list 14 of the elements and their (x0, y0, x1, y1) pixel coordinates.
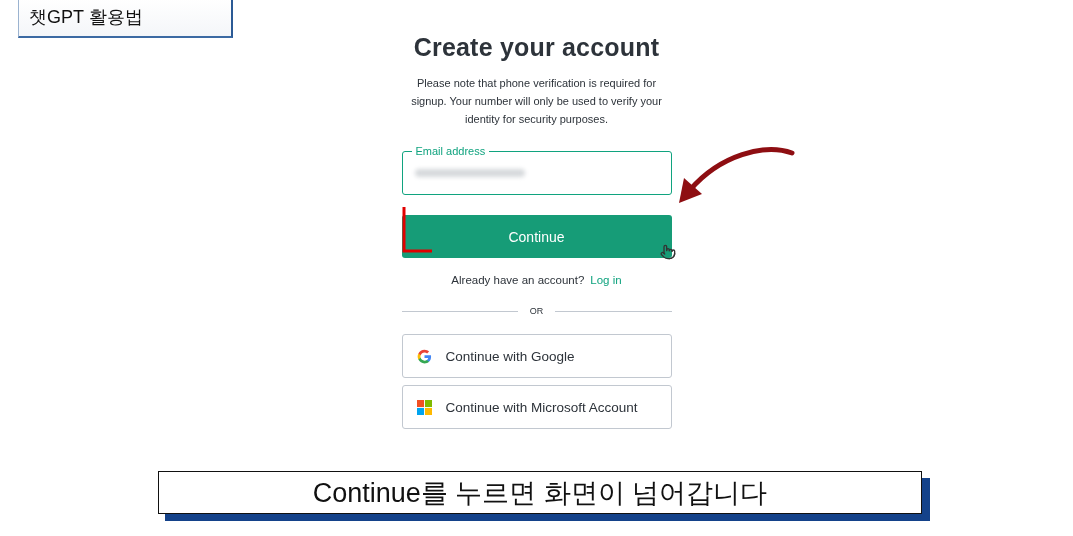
page-title: Create your account (413, 33, 660, 62)
divider-label: OR (529, 306, 544, 316)
hand-cursor-icon (660, 244, 676, 262)
windows-logo-icon (416, 399, 432, 415)
bracket-mark (402, 207, 432, 253)
microsoft-button[interactable]: Continue with Microsoft Account (401, 385, 672, 429)
header-tag: 챗GPT 활용법 (18, 0, 233, 38)
google-button[interactable]: Continue with Google (401, 334, 672, 378)
caption-text: Continue를 누르면 화면이 넘어갑니다 (158, 471, 922, 514)
notice-text: Please note that phone verification is required for signup. Your number will only be used to verify your identity for security purposes. (410, 76, 663, 127)
login-link[interactable]: Log in (590, 274, 622, 286)
google-icon (416, 348, 432, 364)
continue-button[interactable]: Continue (401, 215, 672, 258)
login-prompt: Already have an account? (451, 274, 585, 286)
